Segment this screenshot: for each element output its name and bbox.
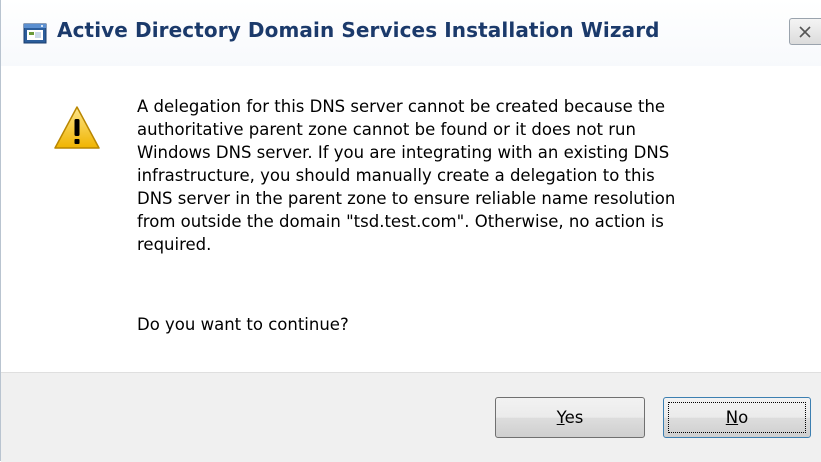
message-line: DNS server in the parent zone to ensure … [137, 189, 676, 208]
yes-button-label: Yes [557, 408, 584, 427]
dialog-question: Do you want to continue? [137, 315, 349, 334]
no-label-rest: o [738, 408, 749, 427]
message-line: from outside the domain "tsd.test.com". … [137, 212, 664, 231]
dialog-window: Active Directory Domain Services Install… [0, 0, 821, 462]
yes-button[interactable]: Yes [495, 397, 645, 438]
no-accel-key: N [725, 408, 739, 427]
yes-label-rest: es [564, 408, 584, 427]
message-line: A delegation for this DNS server cannot … [137, 97, 666, 116]
message-line: required. [137, 235, 212, 254]
window-app-icon[interactable] [23, 20, 47, 44]
close-button[interactable] [789, 18, 821, 45]
button-bar: Yes No [1, 372, 821, 462]
warning-icon [53, 104, 101, 152]
yes-accel-key: Y [556, 408, 565, 427]
window-title: Active Directory Domain Services Install… [57, 18, 660, 42]
message-line: authoritative parent zone cannot be foun… [137, 120, 636, 139]
dialog-message: A delegation for this DNS server cannot … [137, 95, 777, 256]
no-button-label: No [726, 408, 748, 427]
close-x-icon [799, 26, 811, 38]
message-line: infrastructure, you should manually crea… [137, 166, 655, 185]
no-button[interactable]: No [663, 397, 811, 438]
message-line: Windows DNS server. If you are integrati… [137, 143, 670, 162]
title-bar[interactable]: Active Directory Domain Services Install… [1, 0, 821, 66]
